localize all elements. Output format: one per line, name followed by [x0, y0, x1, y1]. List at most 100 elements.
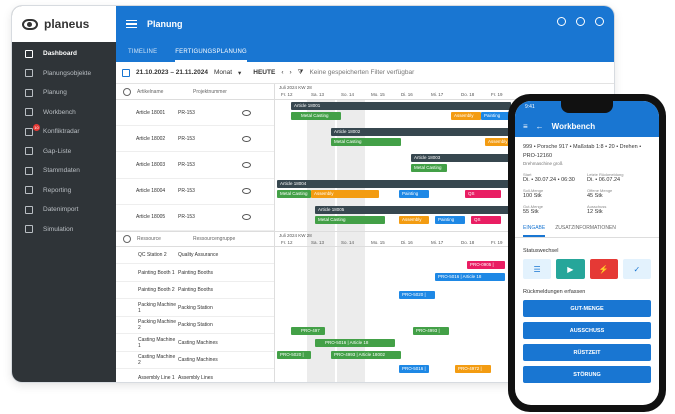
- gantt-bar[interactable]: Assembly: [451, 112, 481, 120]
- sidebar-item-planung[interactable]: Planung: [12, 83, 116, 103]
- resource-name: Casting Machine 1: [138, 336, 176, 349]
- date-range[interactable]: 21.10.2023 – 21.11.2024: [136, 69, 208, 76]
- eye-icon[interactable]: [242, 161, 251, 168]
- feedback-heading: Rückmeldungen erfassen: [523, 289, 586, 295]
- saved-filter-select[interactable]: Keine gespeicherten Filter verfügbar: [309, 69, 414, 76]
- tab-fertigungsplanung[interactable]: FERTIGUNGSPLANUNG: [175, 42, 247, 62]
- gantt-bar[interactable]: Assembly: [399, 216, 429, 224]
- sidebar-item-workbench[interactable]: Workbench: [12, 103, 116, 123]
- project-number: PR-153: [178, 188, 195, 195]
- table-row[interactable]: Packing Machine 2 Packing Station: [116, 317, 274, 335]
- menu-icon[interactable]: ≡: [523, 122, 528, 131]
- table-row[interactable]: Article 18002 PR-153: [116, 126, 274, 153]
- gantt-bar[interactable]: PRO-5016 | Article 18: [435, 273, 505, 281]
- gantt-bar[interactable]: PRO-4993 |: [413, 327, 449, 335]
- gantt-bar[interactable]: Painting: [481, 112, 511, 120]
- resource-group: Casting Machines: [178, 339, 218, 346]
- table-row[interactable]: Painting Booth 2 Painting Booths: [116, 282, 274, 300]
- sidebar-item-reporting[interactable]: Reporting: [12, 181, 116, 201]
- table-row[interactable]: Casting Machine 2 Casting Machines: [116, 352, 274, 370]
- sidebar-item-simulation[interactable]: Simulation: [12, 220, 116, 240]
- gantt-bar[interactable]: PRO-0905 |: [467, 261, 505, 269]
- gantt-bar[interactable]: Article 18001: [291, 102, 511, 110]
- scrap-button[interactable]: AUSSCHUSS: [523, 322, 651, 339]
- gantt-bar[interactable]: Assembly: [311, 190, 379, 198]
- pause-button[interactable]: ☰: [523, 259, 552, 279]
- gantt-bar[interactable]: Article 18004: [277, 180, 511, 188]
- table-row[interactable]: Article 18005 PR-153: [116, 205, 274, 231]
- gantt-bar[interactable]: PRO-5020 |: [277, 351, 311, 359]
- account-icon[interactable]: [595, 17, 604, 26]
- start-button[interactable]: ▶: [556, 259, 585, 279]
- gear-icon[interactable]: [123, 234, 131, 243]
- tab-eingabe[interactable]: EINGABE: [523, 221, 546, 237]
- article-name: Article 18004: [136, 188, 166, 195]
- tab-timeline[interactable]: TIMELINE: [128, 42, 157, 62]
- good-quantity-button[interactable]: GUT-MENGE: [523, 300, 651, 317]
- back-arrow-icon[interactable]: ←: [536, 122, 544, 131]
- eye-icon[interactable]: [242, 188, 251, 195]
- gantt-bar[interactable]: QS: [471, 216, 501, 224]
- sidebar-item-planungsobjekte[interactable]: Planungsobjekte: [12, 64, 116, 84]
- table-row[interactable]: Packing Machine 1 Packing Station: [116, 299, 274, 317]
- gantt-bar[interactable]: Metal Casting: [331, 138, 401, 146]
- disruption-feedback-button[interactable]: STÖRUNG: [523, 366, 651, 383]
- gantt-bar[interactable]: Article 18005: [315, 206, 511, 214]
- gantt-bar[interactable]: Article 18002: [331, 128, 511, 136]
- calendar-icon[interactable]: [122, 68, 130, 77]
- clock: 9:41: [525, 104, 535, 110]
- sidebar-item-gap-liste[interactable]: Gap-Liste: [12, 142, 116, 162]
- gantt-bar[interactable]: PRO-4972 |: [455, 365, 491, 373]
- day-label: Di. 16: [401, 240, 413, 245]
- lightning-icon: ⚡: [598, 264, 609, 274]
- resource-group: Assembly Lines: [178, 374, 214, 381]
- help-icon[interactable]: [557, 17, 566, 26]
- eye-icon[interactable]: [242, 214, 251, 221]
- day-label: Do. 18: [461, 92, 475, 97]
- sidebar-item-konfliktradar[interactable]: 10 Konfliktradar: [12, 122, 116, 142]
- resource-name: QC Station 2: [138, 252, 167, 259]
- menu-icon[interactable]: [126, 19, 137, 29]
- eye-icon[interactable]: [242, 109, 251, 116]
- day-label: Do. 18: [461, 240, 475, 245]
- table-row[interactable]: Article 18003 PR-153: [116, 152, 274, 179]
- gantt-bar[interactable]: Painting: [399, 190, 429, 198]
- gantt-bar[interactable]: Metal Casting: [315, 216, 385, 224]
- resource-group: Packing Station: [178, 304, 213, 311]
- resource-name: Painting Booth 1: [138, 269, 175, 276]
- table-row[interactable]: Casting Machine 1 Casting Machines: [116, 334, 274, 352]
- sidebar-item-stammdaten[interactable]: Stammdaten: [12, 161, 116, 181]
- today-button[interactable]: HEUTE: [253, 69, 275, 76]
- table-row[interactable]: Article 18004 PR-153: [116, 179, 274, 205]
- sidebar-item-dashboard[interactable]: Dashboard: [12, 44, 116, 64]
- tab-zusatzinformationen[interactable]: ZUSATZINFORMATIONEN: [555, 221, 616, 237]
- setup-time-button[interactable]: RÜSTZEIT: [523, 344, 651, 361]
- sidebar-item-datenimport[interactable]: Datenimport: [12, 200, 116, 220]
- scale-select[interactable]: Monat: [214, 69, 232, 76]
- table-row[interactable]: QC Station 2 Quality Assurance: [116, 247, 274, 265]
- gantt-bar[interactable]: Metal Casting: [277, 190, 311, 198]
- gantt-bar[interactable]: QS: [465, 190, 501, 198]
- table-row[interactable]: Article 18001 PR-153: [116, 100, 274, 127]
- field-value: 12 Stk: [587, 209, 603, 215]
- prev-icon[interactable]: ‹: [281, 69, 283, 76]
- finish-button[interactable]: ✓: [622, 259, 651, 279]
- next-icon[interactable]: ›: [289, 69, 291, 76]
- gantt-bar[interactable]: Metal Casting: [291, 112, 341, 120]
- gantt-bar[interactable]: Metal Casting: [411, 164, 447, 172]
- gantt-bar[interactable]: PRO-5020 |: [399, 291, 435, 299]
- table-row[interactable]: Painting Booth 1 Painting Booths: [116, 264, 274, 282]
- gantt-bar[interactable]: PRO-5016 |: [399, 365, 429, 373]
- gantt-bar[interactable]: Painting: [435, 216, 465, 224]
- table-row[interactable]: Assembly Line 1 Assembly Lines: [116, 369, 274, 382]
- eye-icon[interactable]: [242, 135, 251, 142]
- bell-icon[interactable]: [576, 17, 585, 26]
- gear-icon[interactable]: [123, 87, 131, 96]
- gantt-bar[interactable]: PRO-5016 | Article 18: [315, 339, 395, 347]
- gantt-bar[interactable]: Article 18003: [411, 154, 511, 162]
- disruption-button[interactable]: ⚡: [589, 259, 618, 279]
- gantt-bar[interactable]: PRO-4993 | Article 18002: [331, 351, 401, 359]
- check-icon: ✓: [633, 264, 641, 274]
- filter-icon[interactable]: ⧩: [298, 69, 304, 77]
- gantt-bar[interactable]: PRO-497: [291, 327, 325, 335]
